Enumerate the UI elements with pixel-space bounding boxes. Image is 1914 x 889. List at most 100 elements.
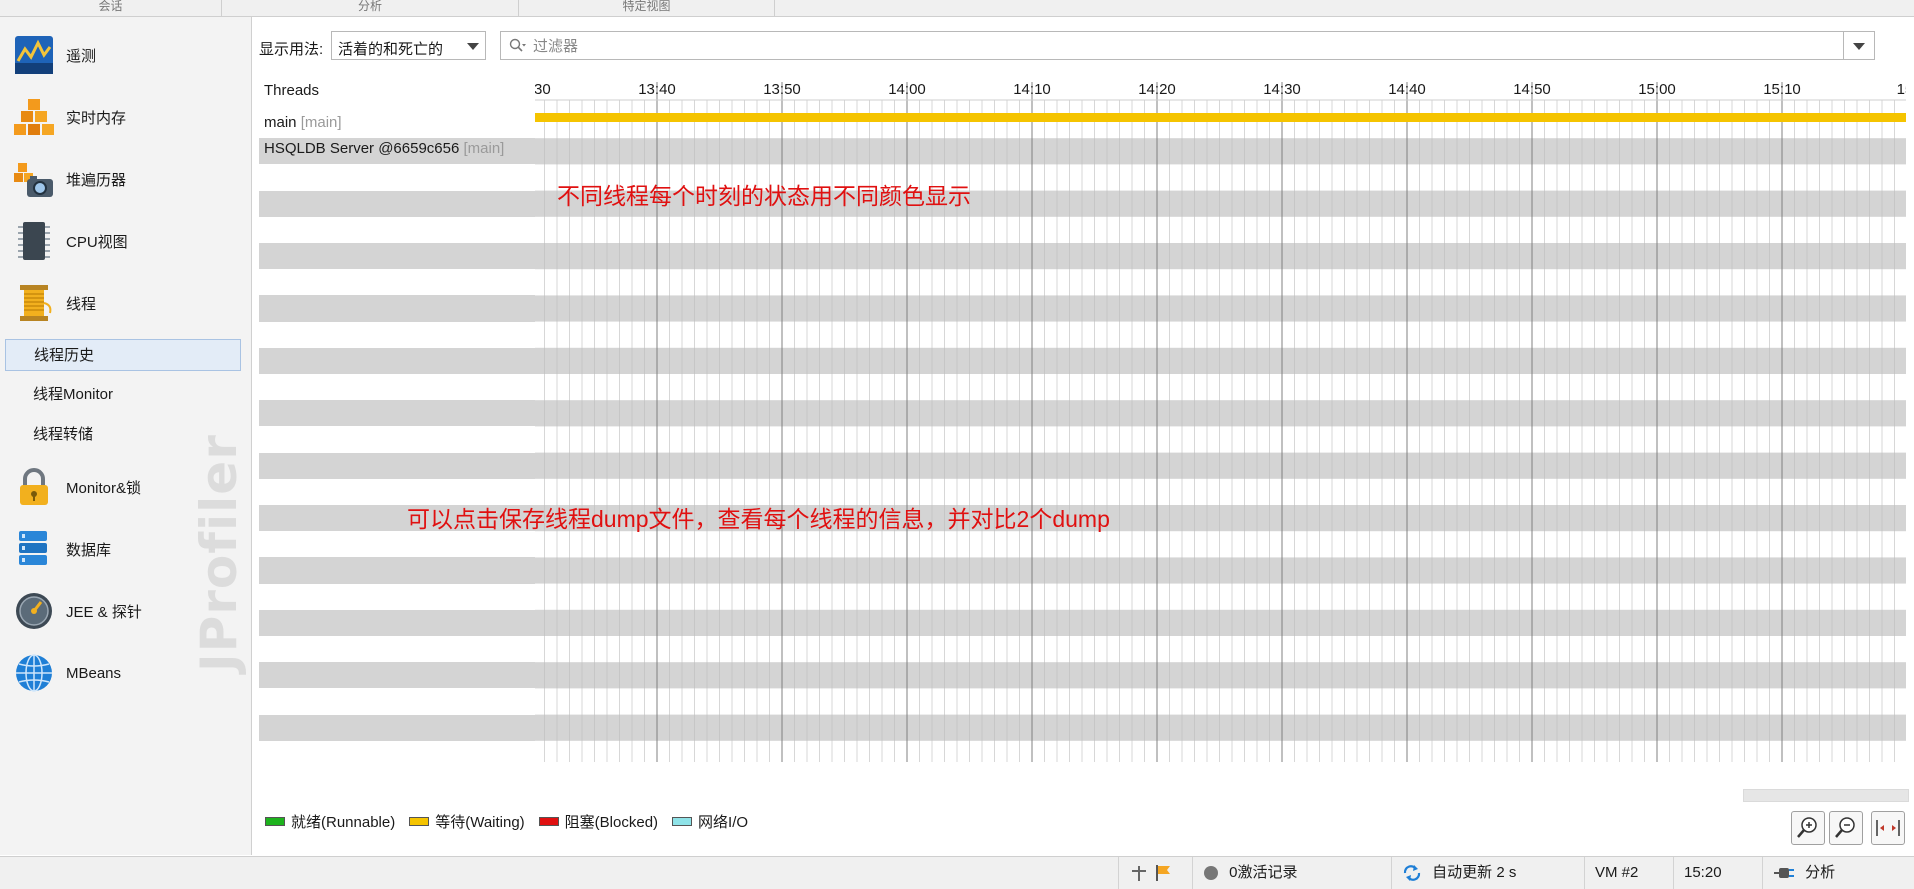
time-tick-label: 14:50 (1513, 81, 1551, 98)
row-stripe (535, 452, 1906, 479)
probe-gauge-icon (16, 593, 52, 629)
sidebar-subitem-thread-monitor[interactable]: 线程Monitor (5, 379, 241, 411)
zoom-out-icon (1835, 817, 1855, 838)
sidebar-item-label: 线程 (66, 295, 97, 313)
annotation-thread-states: 不同线程每个时刻的状态用不同颜色显示 (557, 183, 971, 209)
sidebar-item-label: 数据库 (66, 541, 112, 559)
threads-icon (20, 285, 52, 321)
row-stripe (535, 295, 1906, 322)
row-stripe (259, 557, 535, 584)
time-tick-label: 15:00 (1638, 81, 1676, 98)
record-dot-icon (1204, 866, 1218, 881)
plug-icon (1774, 868, 1794, 879)
refresh-icon (1403, 865, 1421, 882)
fit-to-window-button[interactable] (1871, 811, 1905, 845)
threads-column-header: Threads (264, 82, 320, 99)
row-stripe (535, 609, 1906, 636)
row-stripe (535, 400, 1906, 427)
time-tick-label: 14:00 (888, 81, 926, 98)
thread-group: [main] (463, 140, 505, 157)
timeline-horizontal-scrollbar[interactable] (1743, 789, 1909, 802)
sidebar-item-label: JEE & 探针 (66, 603, 142, 621)
time-tick-label: 15:10 (1763, 81, 1801, 98)
sidebar-item-live-memory[interactable]: 实时内存 (0, 89, 251, 145)
row-stripe (535, 243, 1906, 270)
legend-label: 阻塞(Blocked) (564, 814, 659, 831)
time-tick-label: 14:20 (1138, 81, 1176, 98)
row-stripe (259, 452, 535, 479)
time-tick-label: 14:30 (1263, 81, 1301, 98)
row-stripe (259, 609, 535, 636)
sidebar-item-label: 遥测 (66, 47, 97, 65)
sidebar-subitem-thread-history[interactable]: 线程历史 (5, 339, 241, 371)
sidebar: 遥测 实时内存 堆遍历器 CPU视图 线程 线程历史 线程Monitor 线程转… (0, 17, 252, 855)
status-mode[interactable]: 分析 (1762, 857, 1914, 889)
brand-watermark: JProfiler (190, 434, 248, 672)
row-stripe (259, 190, 535, 217)
sidebar-item-heap-walker[interactable]: 堆遍历器 (0, 151, 251, 207)
status-recordings-text: 0激活记录 (1229, 864, 1298, 881)
zoom-out-button[interactable] (1829, 811, 1863, 845)
lock-icon (20, 468, 48, 505)
thread-row-name[interactable]: main [main] (264, 112, 342, 133)
row-stripe (259, 714, 535, 741)
legend-item-blocked: 阻塞(Blocked) (538, 811, 659, 832)
thread-group: [main] (300, 114, 342, 131)
legend-item-net-io: 网络I/O (672, 811, 748, 832)
status-recordings[interactable]: 0激活记录 (1192, 857, 1390, 889)
zoom-in-icon (1797, 817, 1817, 838)
sidebar-item-threads[interactable]: 线程 (0, 275, 251, 331)
bookmark-pin-icon[interactable] (1129, 863, 1149, 883)
live-memory-icon (14, 99, 54, 135)
legend-label: 等待(Waiting) (435, 814, 525, 831)
flag-icon[interactable] (1153, 863, 1173, 883)
heap-walker-icon (14, 163, 53, 197)
status-auto-update[interactable]: 自动更新 2 s (1391, 857, 1593, 889)
legend-label: 网络I/O (698, 814, 749, 831)
group-profiling: 分析 (222, 0, 519, 16)
telemetry-icon (15, 36, 53, 74)
status-auto-update-text: 自动更新 2 s (1432, 864, 1517, 881)
show-usage-label: 显示用法: (259, 41, 324, 58)
time-tick-label: 30 (535, 81, 551, 98)
legend-label: 就绪(Runnable) (291, 814, 396, 831)
database-icon (19, 531, 47, 565)
row-stripe (259, 347, 535, 374)
thread-history-timeline: Threads main [main] HSQLDB Server @6659c… (259, 72, 1906, 782)
row-stripe (259, 662, 535, 689)
zoom-in-button[interactable] (1791, 811, 1825, 845)
row-stripe (535, 662, 1906, 689)
cpu-views-icon (18, 222, 50, 260)
sidebar-item-label: 堆遍历器 (66, 171, 127, 189)
row-stripe (535, 347, 1906, 374)
status-bar: 0激活记录 自动更新 2 s VM #2 15:20 分析 (0, 856, 1914, 889)
chevron-down-icon (467, 43, 479, 50)
status-mode-text: 分析 (1805, 864, 1836, 881)
annotation-thread-dump: 可以点击保存线程dump文件，查看每个线程的信息，并对比2个dump (407, 506, 1110, 532)
row-stripe (535, 138, 1906, 165)
thread-state-bar-waiting (535, 113, 1906, 122)
top-group-bar: 会话 分析 特定视图 (0, 0, 1914, 17)
legend-swatch (538, 817, 559, 826)
legend-swatch (409, 817, 430, 826)
show-usage-dropdown[interactable]: 活着的和死亡的 (331, 31, 486, 60)
show-usage-value: 活着的和死亡的 (338, 41, 444, 58)
sidebar-item-cpu-views[interactable]: CPU视图 (0, 213, 251, 269)
filter-input[interactable] (531, 35, 1825, 58)
group-session: 会话 (0, 0, 222, 16)
time-tick-label: 14:10 (1013, 81, 1051, 98)
filter-history-dropdown[interactable] (1843, 32, 1874, 59)
search-icon (509, 38, 526, 52)
row-stripe (259, 295, 535, 322)
time-tick-label: 15: (1897, 81, 1906, 98)
time-tick-label: 13:50 (763, 81, 801, 98)
sidebar-item-label: Monitor&锁 (66, 479, 142, 497)
sidebar-item-label: CPU视图 (66, 233, 128, 251)
legend-swatch (265, 817, 285, 826)
thread-row-name[interactable]: HSQLDB Server @6659c656 [main] (264, 138, 504, 159)
sidebar-item-telemetry[interactable]: 遥测 (0, 27, 251, 83)
time-tick-label: 14:40 (1388, 81, 1426, 98)
status-time: 15:20 (1673, 857, 1761, 889)
thread-name: main (264, 114, 297, 131)
sidebar-item-label: 实时内存 (66, 109, 127, 127)
